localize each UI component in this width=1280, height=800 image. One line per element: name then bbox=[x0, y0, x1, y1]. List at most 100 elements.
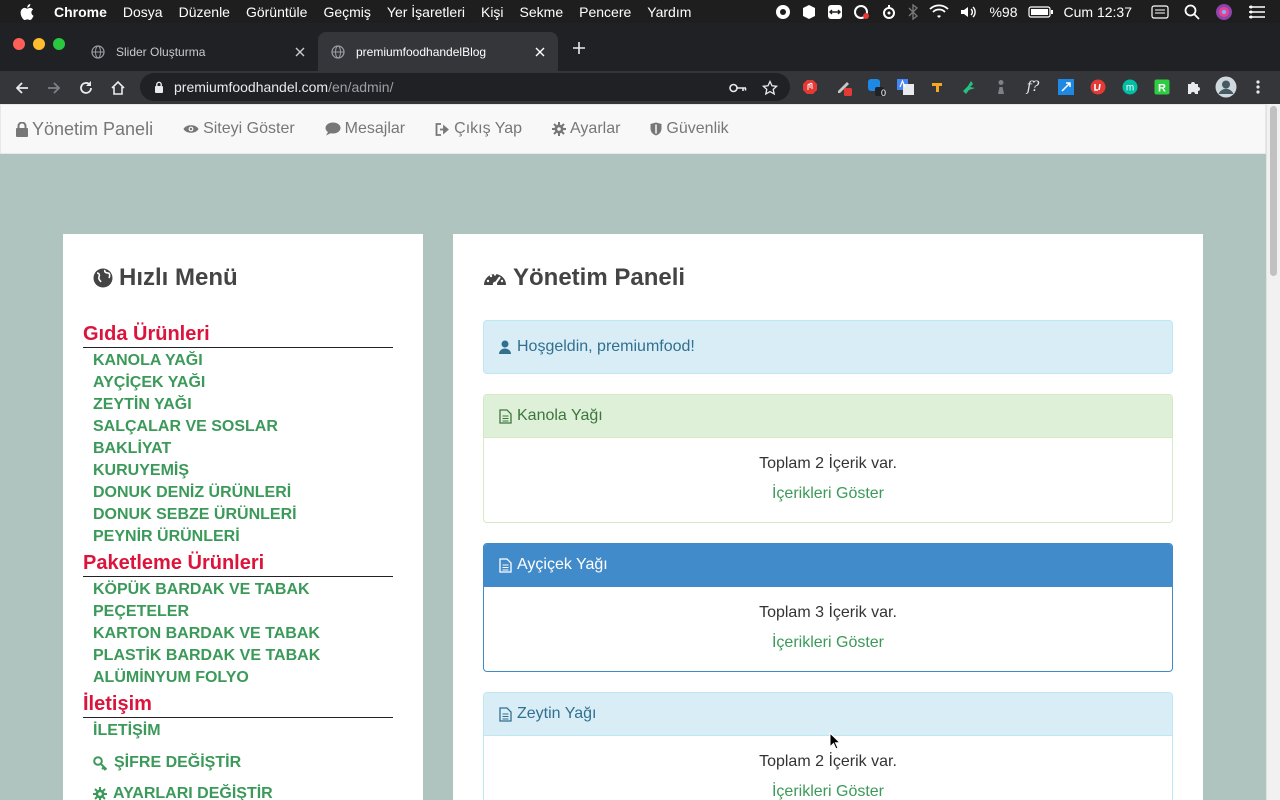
clock[interactable]: Cum 12:37 bbox=[1064, 4, 1132, 20]
sidebar-link-donuk-deniz-urunleri[interactable]: DONUK DENİZ ÜRÜNLERİ bbox=[93, 484, 291, 502]
control-center-icon[interactable] bbox=[1248, 5, 1266, 19]
nav-security[interactable]: Güvenlik bbox=[650, 120, 729, 138]
record-icon[interactable] bbox=[775, 4, 791, 20]
sidebar-link-plastik-bardak-ve-tabak[interactable]: PLASTİK BARDAK VE TABAK bbox=[93, 647, 320, 665]
card-total-count: Toplam 2 İçerik var. bbox=[759, 455, 897, 472]
globe-icon bbox=[90, 44, 106, 60]
sidebar-link-kopuk-bardak-ve-tabak[interactable]: KÖPÜK BARDAK VE TABAK bbox=[93, 581, 310, 599]
admin-navbar: Yönetim Paneli Siteyi Göster Mesajlar Çı… bbox=[0, 104, 1266, 154]
back-button[interactable] bbox=[8, 74, 36, 102]
sidebar-link-iletisim[interactable]: İLETİŞİM bbox=[93, 722, 161, 740]
password-key-icon[interactable] bbox=[724, 74, 752, 102]
nav-settings[interactable]: Ayarlar bbox=[552, 120, 620, 138]
home-button[interactable] bbox=[104, 74, 132, 102]
sidebar-link-aycicek-yagi[interactable]: AYÇİÇEK YAĞI bbox=[93, 374, 205, 392]
kebab-menu-icon[interactable] bbox=[1247, 76, 1269, 98]
change-settings-link[interactable]: AYARLARI DEĞİŞTİR bbox=[93, 785, 273, 800]
lock-icon[interactable] bbox=[154, 81, 164, 94]
svg-text:m: m bbox=[1126, 83, 1134, 94]
nav-view-site[interactable]: Siteyi Göster bbox=[183, 120, 295, 138]
cloud-sync-icon[interactable] bbox=[853, 4, 871, 20]
volume-icon[interactable] bbox=[959, 4, 979, 20]
hummingbird-extension-icon[interactable] bbox=[958, 76, 980, 98]
lastpass-style-extension-icon[interactable] bbox=[1087, 76, 1109, 98]
mouse-cursor-icon bbox=[829, 732, 841, 750]
menu-window[interactable]: Pencere bbox=[579, 4, 631, 20]
user-icon bbox=[499, 340, 511, 354]
page-scrollbar[interactable] bbox=[1266, 104, 1280, 800]
change-settings-label: AYARLARI DEĞİŞTİR bbox=[113, 785, 273, 800]
sidebar-link-karton-bardak-ve-tabak[interactable]: KARTON BARDAK VE TABAK bbox=[93, 625, 320, 643]
admin-dashboard-panel: Yönetim Paneli Hoşgeldin, premiumfood! K… bbox=[453, 234, 1203, 800]
menu-view[interactable]: Görüntüle bbox=[246, 4, 307, 20]
sidebar-link-aluminyum-folyo[interactable]: ALÜMİNYUM FOLYO bbox=[93, 669, 249, 687]
sidebar-link-peynir-urunleri[interactable]: PEYNİR ÜRÜNLERİ bbox=[93, 528, 240, 546]
nav-brand-admin-panel[interactable]: Yönetim Paneli bbox=[16, 119, 153, 140]
cube-app-icon[interactable] bbox=[801, 4, 817, 20]
bluetooth-icon[interactable] bbox=[907, 3, 919, 20]
font-finder-extension-icon[interactable]: f? bbox=[1022, 76, 1044, 98]
bookmark-star-icon[interactable] bbox=[756, 74, 784, 102]
shield-icon bbox=[650, 122, 662, 136]
close-window-button[interactable] bbox=[13, 38, 25, 50]
zoom-window-button[interactable] bbox=[53, 38, 65, 50]
forward-button[interactable] bbox=[40, 74, 68, 102]
menu-help[interactable]: Yardım bbox=[647, 4, 691, 20]
input-source-icon[interactable] bbox=[1151, 4, 1169, 20]
menu-file[interactable]: Dosya bbox=[123, 4, 163, 20]
profile-avatar[interactable] bbox=[1214, 75, 1238, 99]
m-extension-icon[interactable]: m bbox=[1119, 76, 1141, 98]
menu-tab[interactable]: Sekme bbox=[520, 4, 564, 20]
sidebar-link-kanola-yagi[interactable]: KANOLA YAĞI bbox=[93, 352, 203, 370]
sidebar-link-donuk-sebze-urunleri[interactable]: DONUK SEBZE ÜRÜNLERİ bbox=[93, 506, 297, 524]
minimize-window-button[interactable] bbox=[33, 38, 45, 50]
tab-slider-olusturma[interactable]: Slider Oluşturma bbox=[78, 32, 318, 71]
sidebar-link-kuruyemis[interactable]: KURUYEMİŞ bbox=[93, 462, 189, 480]
new-tab-button[interactable] bbox=[566, 36, 592, 60]
adblock-extension-icon[interactable] bbox=[799, 76, 821, 98]
tab-title: premiumfoodhandelBlog bbox=[356, 44, 487, 59]
battery-percent: %98 bbox=[989, 3, 1018, 20]
window-resizer-extension-icon[interactable] bbox=[1055, 76, 1077, 98]
card-title: Kanola Yağı bbox=[517, 407, 603, 424]
ruler-extension-icon[interactable] bbox=[927, 76, 949, 98]
change-password-link[interactable]: ŞİFRE DEĞİŞTİR bbox=[93, 754, 241, 772]
card-body: Toplam 2 İçerik var. İçerikleri Göster bbox=[484, 753, 1172, 800]
close-tab-icon[interactable] bbox=[292, 44, 308, 60]
puzzle-extensions-icon[interactable] bbox=[1183, 76, 1205, 98]
menu-bookmarks[interactable]: Yer İşaretleri bbox=[387, 4, 465, 20]
translate-extension-icon[interactable] bbox=[895, 76, 917, 98]
menu-app-name[interactable]: Chrome bbox=[54, 4, 107, 20]
dashboard-gauge-icon bbox=[484, 273, 506, 287]
menu-edit[interactable]: Düzenle bbox=[179, 4, 230, 20]
address-bar[interactable]: premiumfoodhandel.com/en/admin/ bbox=[140, 73, 790, 101]
sidebar-link-bakliyat[interactable]: BAKLİYAT bbox=[93, 440, 171, 458]
file-text-icon bbox=[499, 557, 512, 573]
nav-messages[interactable]: Mesajlar bbox=[325, 120, 405, 138]
steering-icon[interactable] bbox=[881, 4, 897, 20]
sidebar-link-pecetler[interactable]: PEÇETELER bbox=[93, 603, 189, 621]
menu-people[interactable]: Kişi bbox=[481, 4, 504, 20]
wifi-icon[interactable] bbox=[929, 4, 950, 20]
sidebar-link-salcalar-ve-soslar[interactable]: SALÇALAR VE SOSLAR bbox=[93, 418, 278, 436]
chess-pawn-extension-icon[interactable] bbox=[990, 76, 1012, 98]
show-contents-link[interactable]: İçerikleri Göster bbox=[772, 634, 884, 651]
tab-premiumfoodhandel-blog[interactable]: premiumfoodhandelBlog bbox=[318, 32, 558, 71]
reload-button[interactable] bbox=[72, 74, 100, 102]
color-picker-extension-icon[interactable] bbox=[833, 76, 855, 98]
quick-menu-title: Hızlı Menü bbox=[93, 264, 238, 292]
sidebar-link-zeytin-yagi[interactable]: ZEYTİN YAĞI bbox=[93, 396, 192, 414]
siri-icon[interactable] bbox=[1215, 3, 1233, 21]
teamviewer-icon[interactable] bbox=[827, 4, 843, 20]
nav-logout[interactable]: Çıkış Yap bbox=[435, 120, 522, 138]
scrollbar-thumb[interactable] bbox=[1270, 106, 1277, 276]
close-tab-icon[interactable] bbox=[532, 44, 548, 60]
menu-history[interactable]: Geçmiş bbox=[323, 4, 370, 20]
r-extension-icon[interactable]: R bbox=[1151, 76, 1173, 98]
show-contents-link[interactable]: İçerikleri Göster bbox=[772, 485, 884, 502]
apple-icon[interactable] bbox=[20, 3, 38, 20]
battery-icon[interactable] bbox=[1027, 5, 1054, 19]
extension-badge-icon[interactable]: 0 bbox=[865, 76, 887, 98]
show-contents-link[interactable]: İçerikleri Göster bbox=[772, 783, 884, 800]
spotlight-icon[interactable] bbox=[1184, 4, 1200, 20]
